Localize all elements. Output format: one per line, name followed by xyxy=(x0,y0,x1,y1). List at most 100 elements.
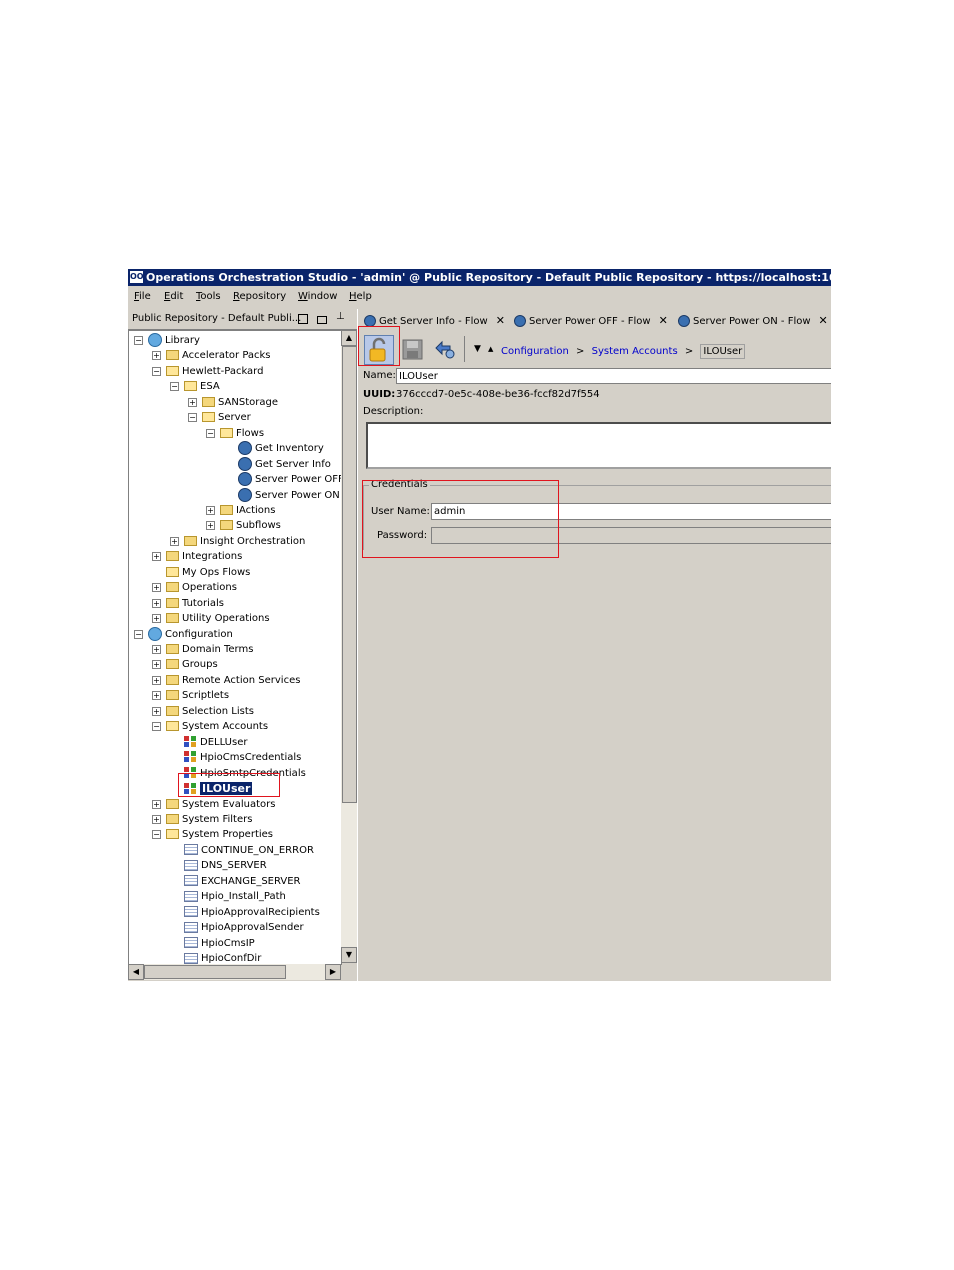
menu-tools[interactable]: Tools xyxy=(196,291,221,302)
tree-node[interactable]: + System Filters xyxy=(129,812,341,827)
tree-vertical-scrollbar[interactable]: ▲ ▼ xyxy=(341,330,357,963)
tree-node[interactable]: My Ops Flows xyxy=(129,565,341,580)
save-button[interactable] xyxy=(398,335,426,363)
close-tab-icon[interactable]: ✕ xyxy=(819,314,828,327)
menu-file[interactable]: File xyxy=(134,291,151,302)
tree-horizontal-scrollbar[interactable]: ◀ ▶ xyxy=(128,964,341,980)
tree-node[interactable]: CONTINUE_ON_ERROR xyxy=(129,843,341,858)
menu-window[interactable]: Window xyxy=(298,291,337,302)
expand-icon[interactable]: + xyxy=(152,351,161,361)
expand-icon[interactable]: + xyxy=(152,552,161,562)
tree-node[interactable]: + SANStorage xyxy=(129,395,341,410)
collapse-icon[interactable]: − xyxy=(152,830,161,840)
menu-help[interactable]: Help xyxy=(349,291,372,302)
refresh-button[interactable] xyxy=(430,335,458,363)
tree-node[interactable]: HpioCmsIP xyxy=(129,936,341,951)
tree-node[interactable]: + Groups xyxy=(129,657,341,672)
expand-icon[interactable]: + xyxy=(206,521,215,531)
breadcrumb-system-accounts[interactable]: System Accounts xyxy=(592,346,678,357)
expand-icon[interactable]: + xyxy=(152,645,161,654)
tree-node[interactable]: − ESA xyxy=(129,379,341,394)
tree-node[interactable]: HpioApprovalSender xyxy=(129,920,341,935)
collapse-icon[interactable]: − xyxy=(170,382,179,392)
expand-icon[interactable]: + xyxy=(152,799,161,809)
highlight-credentials xyxy=(362,480,559,558)
tab-server-power-off[interactable]: Server Power OFF - Flow ✕ xyxy=(514,312,674,330)
name-field[interactable]: ILOUser xyxy=(396,368,831,384)
tree-node[interactable]: HpioApprovalRecipients xyxy=(129,905,341,920)
pin-icon[interactable]: ⊥ xyxy=(336,311,345,322)
expand-icon[interactable]: + xyxy=(152,814,161,824)
description-field[interactable] xyxy=(366,422,831,469)
collapse-icon[interactable]: − xyxy=(152,722,161,732)
scroll-down-icon[interactable]: ▼ xyxy=(341,947,357,963)
tree-node[interactable]: EXCHANGE_SERVER xyxy=(129,874,341,889)
repository-tree[interactable]: − Library + Accelerator Packs − Hewlett-Packa… xyxy=(128,330,342,965)
collapse-icon[interactable]: − xyxy=(134,629,143,639)
tree-node[interactable]: − Library xyxy=(129,333,341,348)
up-arrow-icon[interactable]: ▲ xyxy=(488,345,493,353)
folder-icon xyxy=(166,597,179,608)
collapse-icon[interactable]: − xyxy=(134,336,143,345)
tree-node[interactable]: + Subflows xyxy=(129,518,341,533)
expand-icon[interactable]: + xyxy=(152,583,161,593)
tree-node[interactable]: − Configuration xyxy=(129,626,341,642)
tree-node[interactable]: HpioCmsCredentials xyxy=(129,750,341,765)
expand-icon[interactable]: + xyxy=(152,598,161,608)
close-tab-icon[interactable]: ✕ xyxy=(659,314,668,327)
scroll-thumb[interactable] xyxy=(342,346,357,803)
tree-node[interactable]: + Tutorials xyxy=(129,596,341,611)
tree-node-label: System Properties xyxy=(182,829,274,841)
tree-node[interactable]: + IActions xyxy=(129,503,341,518)
history-dropdown-icon[interactable]: ▼ xyxy=(474,344,481,354)
collapse-icon[interactable]: − xyxy=(188,413,197,423)
expand-icon[interactable]: + xyxy=(152,691,161,701)
tab-server-power-on[interactable]: Server Power ON - Flow ✕ xyxy=(678,312,831,330)
breadcrumb: Configuration > System Accounts > ILOUse… xyxy=(501,344,746,359)
tree-node[interactable]: DNS_SERVER xyxy=(129,858,341,873)
tree-node[interactable]: + Insight Orchestration xyxy=(129,534,341,549)
restore-icon[interactable] xyxy=(317,316,327,324)
breadcrumb-configuration[interactable]: Configuration xyxy=(501,346,569,357)
collapse-icon[interactable]: − xyxy=(206,428,215,438)
tree-node[interactable]: DELLUser xyxy=(129,735,341,750)
tree-node[interactable]: HpioConfDir xyxy=(129,951,341,964)
expand-icon[interactable]: + xyxy=(152,675,161,685)
folder-open-icon xyxy=(166,365,179,376)
tree-node[interactable]: Get Inventory xyxy=(129,441,341,456)
hscroll-thumb[interactable] xyxy=(144,965,286,979)
tree-node-label: Scriptlets xyxy=(182,690,230,702)
tree-node[interactable]: + Utility Operations xyxy=(129,611,341,626)
scroll-right-icon[interactable]: ▶ xyxy=(325,964,341,980)
tree-node[interactable]: + Accelerator Packs xyxy=(129,348,341,363)
menu-edit[interactable]: Edit xyxy=(164,291,183,302)
tree-node[interactable]: + Operations xyxy=(129,580,341,595)
close-tab-icon[interactable]: ✕ xyxy=(496,314,505,327)
tree-node[interactable]: + Integrations xyxy=(129,549,341,564)
expand-icon[interactable]: + xyxy=(152,660,161,670)
tree-node[interactable]: Server Power ON xyxy=(129,487,341,503)
tree-node[interactable]: − Server xyxy=(129,410,341,425)
scroll-up-icon[interactable]: ▲ xyxy=(341,330,357,346)
tree-node[interactable]: + Domain Terms xyxy=(129,642,341,657)
minimize-icon[interactable] xyxy=(298,314,308,324)
tree-node[interactable]: − System Properties xyxy=(129,827,341,842)
tree-node[interactable]: + System Evaluators xyxy=(129,797,341,812)
tree-node[interactable]: Hpio_Install_Path xyxy=(129,889,341,904)
tree-node[interactable]: + Remote Action Services xyxy=(129,673,341,688)
tree-node[interactable]: − Hewlett-Packard xyxy=(129,364,341,379)
tree-node[interactable]: + Scriptlets xyxy=(129,688,341,703)
tree-node[interactable]: Server Power OFF xyxy=(129,472,341,487)
tree-node[interactable]: − Flows xyxy=(129,426,341,441)
menu-repository[interactable]: Repository xyxy=(233,291,286,302)
scroll-left-icon[interactable]: ◀ xyxy=(128,964,144,980)
tree-node[interactable]: Get Server Info xyxy=(129,456,341,472)
expand-icon[interactable]: + xyxy=(188,397,197,407)
expand-icon[interactable]: + xyxy=(206,505,215,515)
tree-node[interactable]: − System Accounts xyxy=(129,719,341,734)
expand-icon[interactable]: + xyxy=(152,706,161,716)
expand-icon[interactable]: + xyxy=(152,614,161,624)
collapse-icon[interactable]: − xyxy=(152,366,161,376)
expand-icon[interactable]: + xyxy=(170,536,179,546)
tree-node[interactable]: + Selection Lists xyxy=(129,704,341,719)
